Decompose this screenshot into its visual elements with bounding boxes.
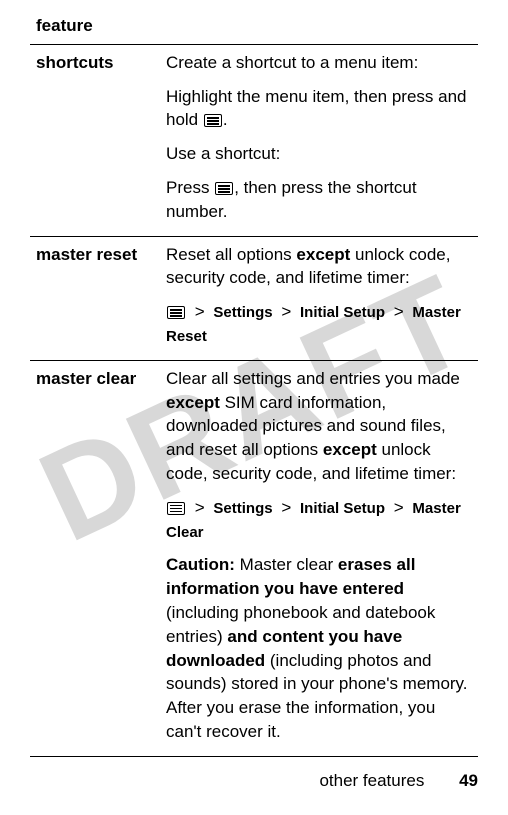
path-separator: > (394, 302, 404, 321)
menu-icon (167, 502, 185, 515)
path-separator: > (281, 302, 291, 321)
table-row: master clear Clear all settings and entr… (30, 360, 478, 756)
path-item: Settings (213, 500, 272, 517)
desc-fragment: Clear all settings and entries you made (166, 369, 460, 388)
path-item: Settings (213, 304, 272, 321)
path-separator: > (195, 498, 205, 517)
feature-description: Reset all options except unlock code, se… (160, 236, 478, 360)
desc-text: Press , then press the shortcut number. (166, 176, 472, 224)
feature-label: shortcuts (30, 44, 160, 236)
path-separator: > (281, 498, 291, 517)
feature-table: feature shortcuts Create a shortcut to a… (30, 10, 478, 757)
path-item: Initial Setup (300, 304, 385, 321)
caution-text: Caution: Master clear erases all informa… (166, 553, 472, 743)
page-content: feature shortcuts Create a shortcut to a… (0, 0, 508, 757)
page-number: 49 (459, 771, 478, 790)
desc-fragment: Press (166, 178, 214, 197)
desc-text: Reset all options except unlock code, se… (166, 243, 472, 291)
desc-fragment: except (323, 440, 377, 459)
path-separator: > (195, 302, 205, 321)
menu-icon (167, 306, 185, 319)
feature-label: master reset (30, 236, 160, 360)
table-row: master reset Reset all options except un… (30, 236, 478, 360)
table-header-row: feature (30, 10, 478, 44)
menu-path: > Settings > Initial Setup > Master Rese… (166, 300, 472, 348)
path-separator: > (394, 498, 404, 517)
feature-label: master clear (30, 360, 160, 756)
desc-text: Create a shortcut to a menu item: (166, 51, 472, 75)
footer-label: other features (319, 771, 424, 790)
menu-icon (204, 114, 222, 127)
desc-text: Highlight the menu item, then press and … (166, 85, 472, 133)
menu-icon (215, 182, 233, 195)
menu-path: > Settings > Initial Setup > Master Clea… (166, 496, 472, 544)
desc-fragment: Master clear (235, 555, 338, 574)
table-header: feature (30, 10, 478, 44)
path-item: Initial Setup (300, 500, 385, 517)
desc-fragment: except (296, 245, 350, 264)
feature-description: Clear all settings and entries you made … (160, 360, 478, 756)
desc-text: Clear all settings and entries you made … (166, 367, 472, 486)
desc-fragment: except (166, 393, 220, 412)
desc-fragment: Caution: (166, 555, 235, 574)
table-row: shortcuts Create a shortcut to a menu it… (30, 44, 478, 236)
page-footer: other features 49 (319, 771, 478, 791)
feature-description: Create a shortcut to a menu item: Highli… (160, 44, 478, 236)
desc-fragment: . (223, 110, 228, 129)
desc-text: Use a shortcut: (166, 142, 472, 166)
desc-fragment: Reset all options (166, 245, 296, 264)
